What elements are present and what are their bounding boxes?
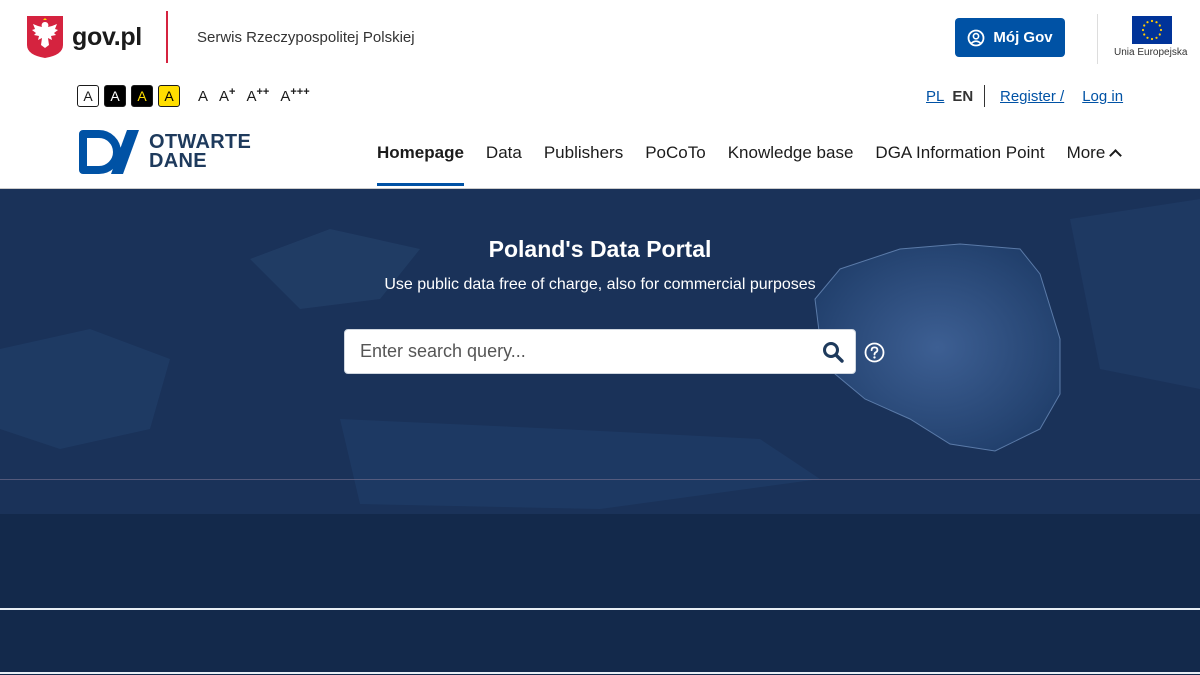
- search-input[interactable]: [360, 330, 810, 373]
- hero-title: Poland's Data Portal: [488, 236, 712, 262]
- user-circle-icon: [968, 29, 985, 46]
- nav-more[interactable]: More: [1066, 143, 1123, 163]
- nav-pocoto[interactable]: PoCoTo: [645, 143, 705, 163]
- contrast-white-on-black-button[interactable]: A: [104, 85, 126, 107]
- section-divider: [0, 672, 1200, 674]
- font-size-switcher: A A+ A++ A+++: [198, 86, 310, 105]
- hero-section: Poland's Data Portal Use public data fre…: [0, 189, 1200, 675]
- font-size-normal-button[interactable]: A: [198, 88, 208, 105]
- contrast-default-button[interactable]: A: [77, 85, 99, 107]
- moj-gov-button[interactable]: Mój Gov: [955, 18, 1065, 57]
- font-size-larger-button[interactable]: A++: [246, 86, 269, 105]
- contrast-yellow-on-black-button[interactable]: A: [131, 85, 153, 107]
- help-question-icon[interactable]: [864, 342, 885, 363]
- language-auth-separator: [984, 85, 985, 107]
- search-box: [344, 329, 856, 374]
- contrast-black-on-yellow-button[interactable]: A: [158, 85, 180, 107]
- hero-subtitle: Use public data free of charge, also for…: [384, 276, 816, 293]
- auth-links: Register / Log in: [1000, 88, 1123, 105]
- language-switcher: PL EN: [926, 88, 973, 105]
- language-pl-link[interactable]: PL: [926, 88, 944, 105]
- contrast-switcher: A A A A: [77, 85, 180, 107]
- moj-gov-label: Mój Gov: [993, 29, 1053, 46]
- nav-publishers[interactable]: Publishers: [544, 143, 623, 163]
- govpl-logo[interactable]: gov.pl: [26, 15, 142, 59]
- govpl-top-bar: gov.pl Serwis Rzeczypospolitej Polskiej …: [0, 0, 1200, 78]
- otwarte-dane-mark-icon: [79, 130, 139, 174]
- nav-data[interactable]: Data: [486, 143, 522, 163]
- nav-homepage[interactable]: Homepage: [377, 143, 464, 186]
- search-icon[interactable]: [821, 340, 845, 364]
- language-en-current: EN: [952, 88, 974, 105]
- main-navigation: Homepage Data Publishers PoCoTo Knowledg…: [377, 143, 1123, 186]
- chevron-up-icon: [1109, 149, 1123, 162]
- otwarte-dane-logo[interactable]: OTWARTE DANE: [77, 128, 251, 176]
- eu-separator: [1097, 14, 1098, 64]
- eu-flag-icon: [1132, 16, 1172, 44]
- register-link[interactable]: Register /: [1000, 88, 1064, 105]
- font-size-largest-button[interactable]: A+++: [280, 86, 309, 105]
- govpl-service-name: Serwis Rzeczypospolitej Polskiej: [197, 29, 415, 46]
- login-link[interactable]: Log in: [1082, 88, 1123, 105]
- hero-divider-line: [0, 479, 1200, 480]
- font-size-large-button[interactable]: A+: [219, 86, 235, 105]
- govpl-divider: [166, 11, 168, 63]
- nav-dga-information-point[interactable]: DGA Information Point: [875, 143, 1044, 163]
- section-divider: [0, 608, 1200, 610]
- govpl-logo-text: gov.pl: [72, 22, 142, 51]
- otwarte-dane-logo-text: OTWARTE DANE: [149, 131, 252, 172]
- nav-more-label: More: [1066, 143, 1106, 162]
- eu-label: Unia Europejska: [1114, 47, 1188, 58]
- polish-eagle-icon: [27, 16, 63, 58]
- nav-knowledge-base[interactable]: Knowledge base: [728, 143, 854, 163]
